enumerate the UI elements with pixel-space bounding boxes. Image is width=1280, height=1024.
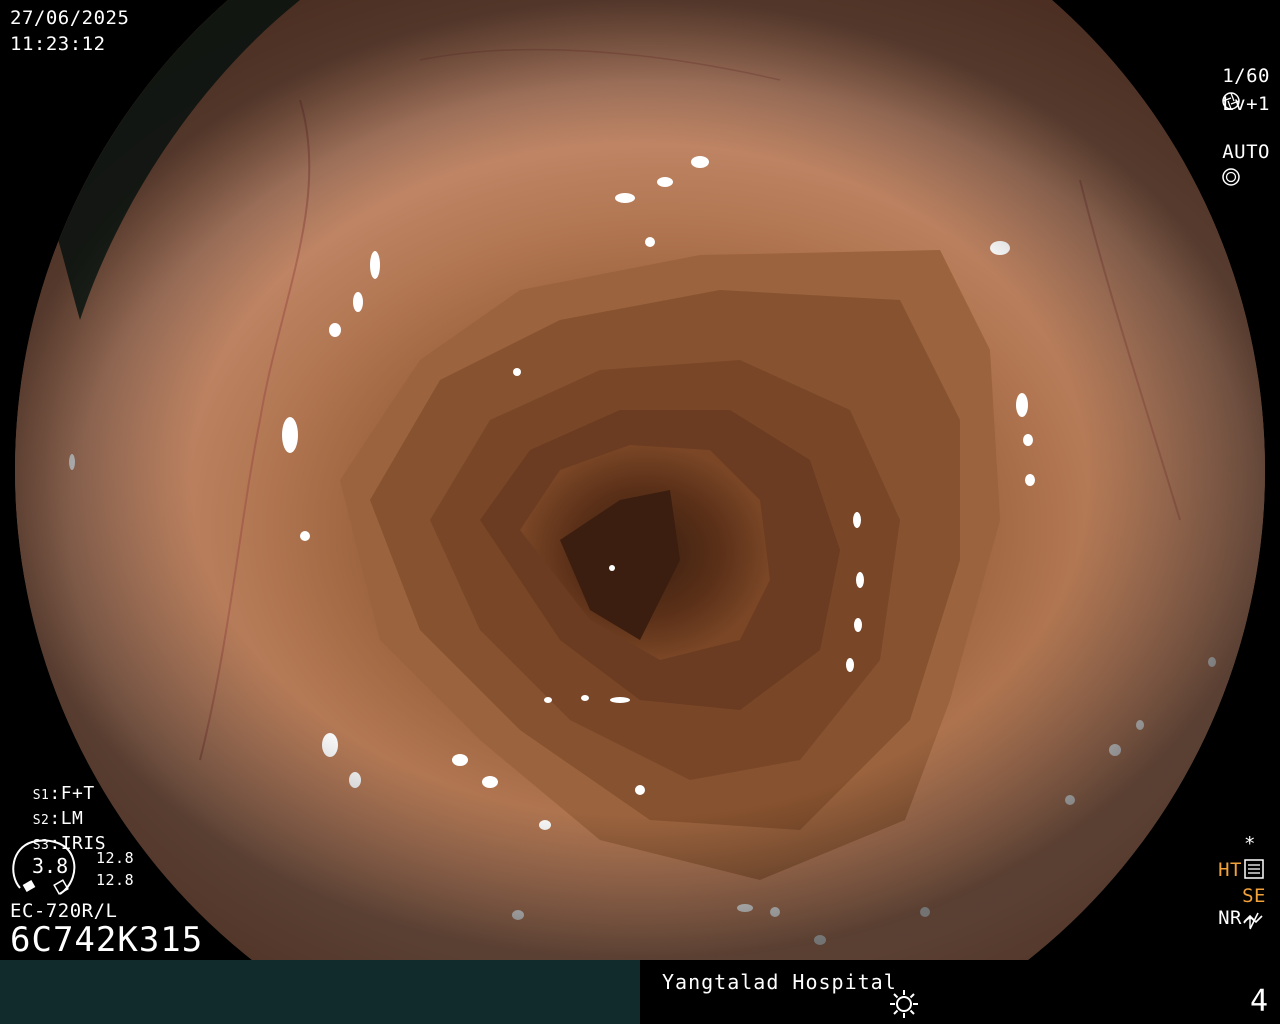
gauge-lower-value: 12.8 bbox=[96, 871, 135, 889]
auto-mode-label: AUTO bbox=[1222, 141, 1270, 163]
gauge-center-value: 3.8 bbox=[32, 854, 69, 878]
date-label: 27/06/2025 bbox=[10, 7, 130, 29]
bottom-bar-left bbox=[0, 960, 640, 1024]
light-sun-icon bbox=[890, 990, 918, 1018]
gauge-upper-value: 12.8 bbox=[96, 849, 135, 867]
scope-gauge: 3.8 bbox=[10, 836, 90, 900]
structure-icon bbox=[1243, 912, 1259, 929]
auto-iris-icon bbox=[1222, 167, 1240, 186]
star-icon: * bbox=[1244, 833, 1256, 855]
level-label: Lv+1 bbox=[1222, 93, 1270, 115]
endoscopic-view bbox=[0, 0, 1280, 960]
scope-serial: 6C742K315 bbox=[10, 920, 204, 960]
bottom-bar: Yangtalad Hospital 4 bbox=[0, 960, 1280, 1024]
exposure-readout: Lv+1 AUTO bbox=[1198, 68, 1270, 188]
structure-row bbox=[1218, 884, 1264, 932]
hospital-name: Yangtalad Hospital bbox=[662, 970, 897, 994]
time-label: 11:23:12 bbox=[10, 33, 106, 55]
frame-number: 4 bbox=[1249, 984, 1268, 1019]
bottom-bar-right: Yangtalad Hospital 4 bbox=[640, 960, 1280, 1024]
